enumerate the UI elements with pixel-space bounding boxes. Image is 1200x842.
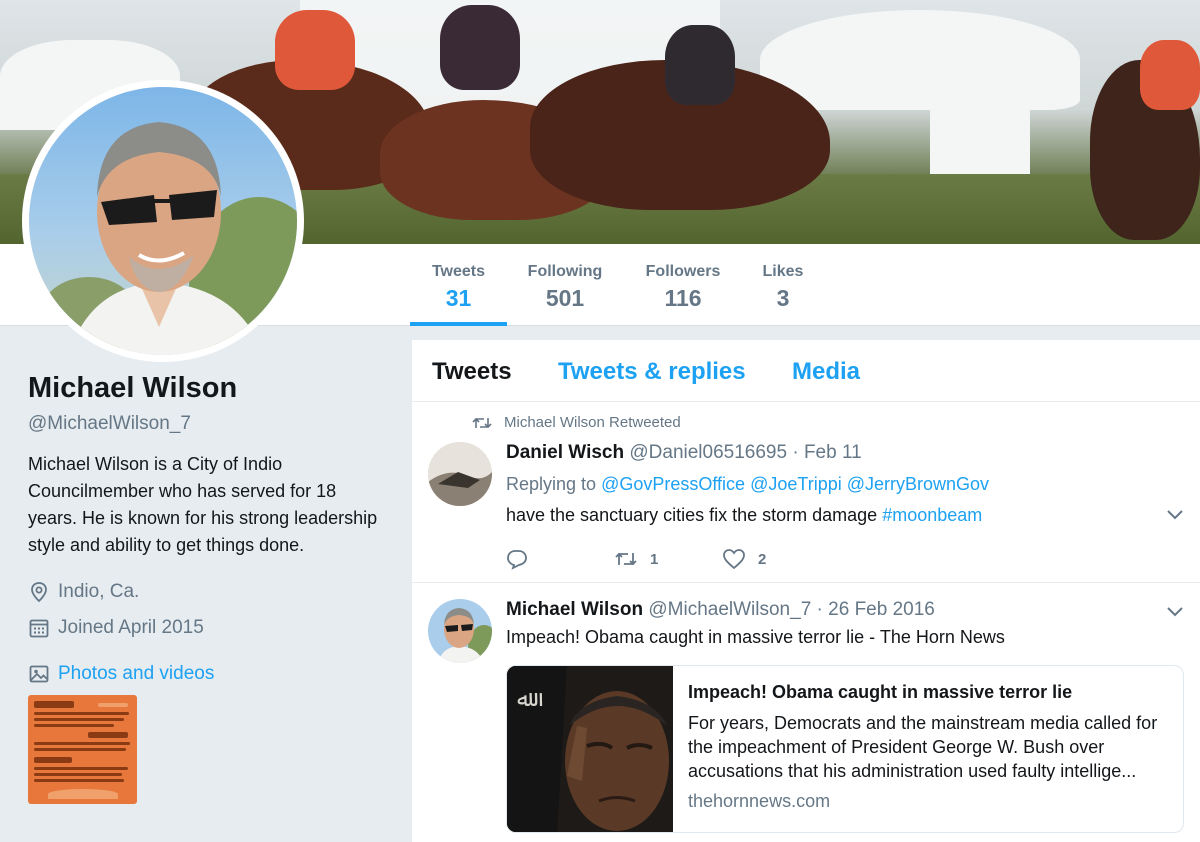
card-description: For years, Democrats and the mainstream … xyxy=(688,713,1158,781)
tweet-date[interactable]: · 26 Feb 2016 xyxy=(817,599,935,620)
tweet-username[interactable]: @MichaelWilson_7 xyxy=(648,599,811,620)
tweet-text: have the sanctuary cities fix the storm … xyxy=(506,505,1180,526)
location-text: Indio, Ca. xyxy=(58,581,140,602)
image-icon xyxy=(29,665,49,683)
stat-likes[interactable]: Likes 3 xyxy=(752,244,814,326)
reply-icon xyxy=(507,550,527,570)
tweet-date[interactable]: · Feb 11 xyxy=(792,442,861,463)
replying-to: Replying to @GovPressOffice @JoeTrippi @… xyxy=(506,474,1180,495)
reply-button[interactable] xyxy=(506,548,614,570)
tab-tweets[interactable]: Tweets xyxy=(432,358,512,386)
profile-avatar[interactable] xyxy=(22,80,304,362)
card-photo: ﷲ xyxy=(507,666,673,832)
card-title: Impeach! Obama caught in massive terror … xyxy=(688,682,1073,702)
tweet-avatar[interactable] xyxy=(428,442,492,506)
tweet-display-name[interactable]: Michael Wilson xyxy=(506,599,643,620)
timeline: Tweets Tweets & replies Media Michael Wi… xyxy=(412,340,1200,842)
tweet-text: Impeach! Obama caught in massive terror … xyxy=(506,627,1005,647)
avatar-photo xyxy=(428,442,492,506)
like-count: 2 xyxy=(758,550,767,568)
stat-label: Likes xyxy=(762,263,804,280)
calendar-icon xyxy=(29,619,49,638)
chevron-down-icon[interactable] xyxy=(1166,603,1184,621)
stat-value: 31 xyxy=(445,285,472,311)
stat-label: Following xyxy=(527,263,603,280)
retweet-context: Michael Wilson Retweeted xyxy=(472,414,681,431)
tab-media[interactable]: Media xyxy=(792,358,860,386)
hashtag-link[interactable]: #moonbeam xyxy=(882,505,982,525)
location-icon xyxy=(31,582,47,603)
avatar-photo xyxy=(39,122,297,355)
like-button[interactable]: 2 xyxy=(722,548,830,570)
tweet-actions: 1 2 xyxy=(506,548,1180,570)
card-domain: thehornnews.com xyxy=(688,791,831,811)
profile-joined: Joined April 2015 xyxy=(28,617,388,639)
profile-location: Indio, Ca. xyxy=(28,581,388,603)
mention-link[interactable]: @JerryBrownGov xyxy=(847,474,989,494)
stat-label: Tweets xyxy=(431,263,486,280)
tweet-username[interactable]: @Daniel06516695 xyxy=(629,442,787,463)
stat-label: Followers xyxy=(645,263,721,280)
profile-sidebar: Michael Wilson @MichaelWilson_7 Michael … xyxy=(28,372,388,804)
tweet-item[interactable]: Michael Wilson Retweeted Daniel Wisch @D… xyxy=(412,402,1200,583)
tab-tweets-and-replies[interactable]: Tweets & replies xyxy=(558,358,746,386)
retweet-button[interactable]: 1 xyxy=(614,549,722,569)
photos-and-videos-link[interactable]: Photos and videos xyxy=(28,663,388,685)
retweet-icon xyxy=(615,552,637,566)
stat-tweets[interactable]: Tweets 31 xyxy=(410,244,507,326)
tweet-text-body: have the sanctuary cities fix the storm … xyxy=(506,505,878,525)
tweet-display-name[interactable]: Daniel Wisch xyxy=(506,442,624,463)
mention-link[interactable]: @JoeTrippi xyxy=(750,474,842,494)
joined-text: Joined April 2015 xyxy=(58,617,204,638)
profile-bio: Michael Wilson is a City of Indio Counci… xyxy=(28,454,378,555)
timeline-tabs: Tweets Tweets & replies Media xyxy=(412,340,1200,402)
stat-value: 3 xyxy=(776,285,790,311)
avatar-photo xyxy=(428,599,492,663)
retweet-icon xyxy=(472,417,492,428)
tweet-avatar[interactable] xyxy=(428,599,492,663)
link-preview-card[interactable]: ﷲ Impeach! Obama caught in massive terro… xyxy=(506,665,1184,833)
mention-link[interactable]: @GovPressOffice xyxy=(601,474,745,494)
profile-name: Michael Wilson xyxy=(28,372,238,404)
tweet-item[interactable]: Michael Wilson @MichaelWilson_7 · 26 Feb… xyxy=(412,583,1200,842)
replying-prefix: Replying to xyxy=(506,474,597,494)
stat-value: 501 xyxy=(545,285,585,311)
profile-handle[interactable]: @MichaelWilson_7 xyxy=(28,413,388,435)
retweet-count: 1 xyxy=(650,550,659,568)
card-image: ﷲ xyxy=(507,666,673,832)
heart-icon xyxy=(723,549,745,570)
photos-label: Photos and videos xyxy=(58,663,215,684)
stat-value: 116 xyxy=(664,285,702,311)
retweet-label: Michael Wilson Retweeted xyxy=(504,414,681,431)
stat-followers[interactable]: Followers 116 xyxy=(636,244,730,326)
chevron-down-icon[interactable] xyxy=(1166,506,1184,524)
media-thumbnail[interactable] xyxy=(28,695,137,804)
stat-following[interactable]: Following 501 xyxy=(516,244,614,326)
